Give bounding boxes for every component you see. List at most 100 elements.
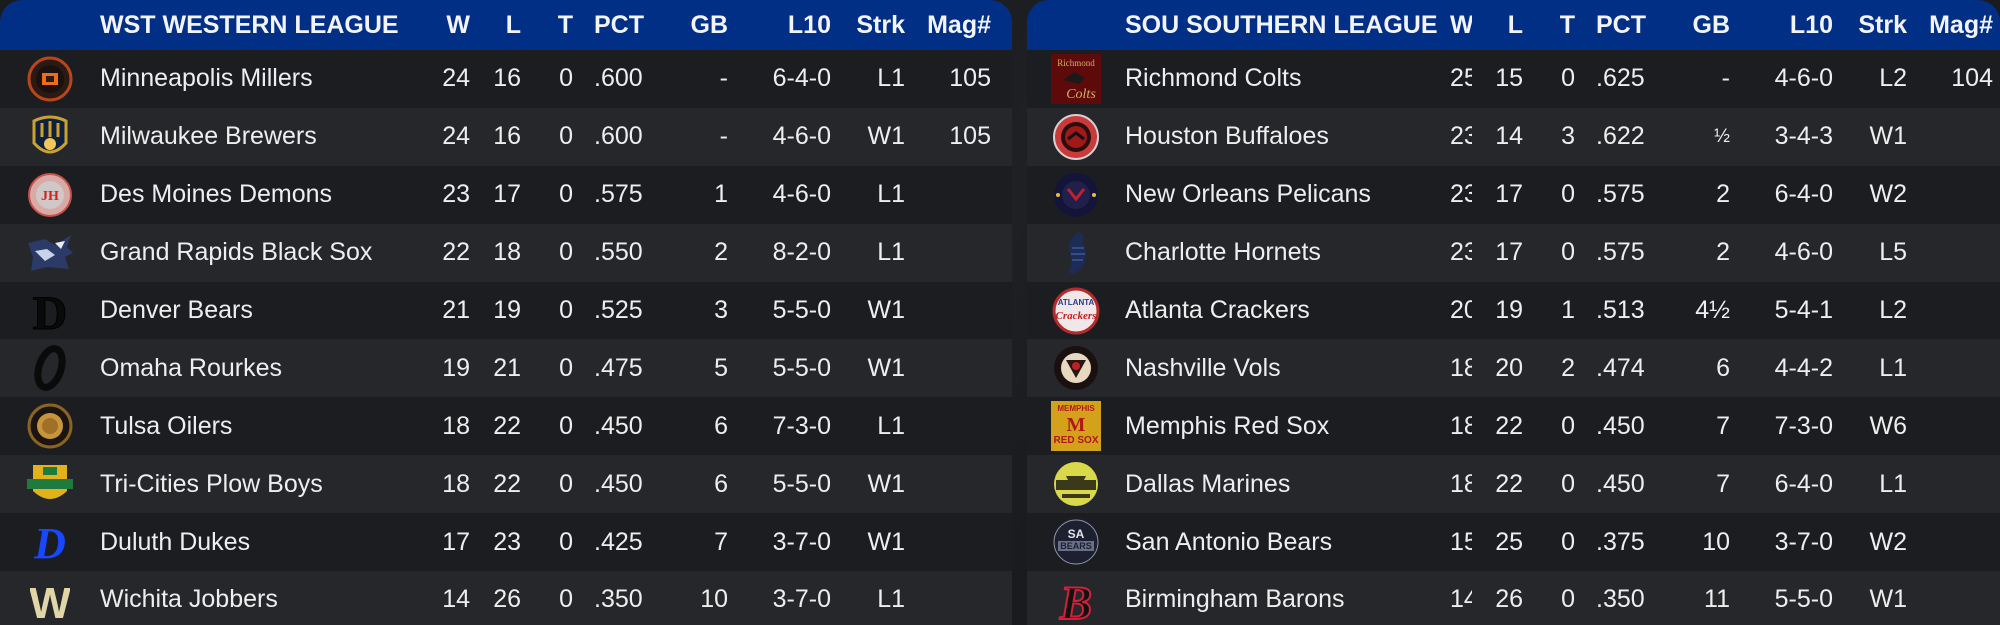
wichita-jobbers-logo-icon: W	[24, 574, 76, 625]
team-row[interactable]: Grand Rapids Black Sox 22 18 0 .550 2 8-…	[0, 223, 1012, 282]
tulsa-oilers-logo-icon	[24, 400, 76, 452]
ties: 0	[559, 180, 573, 209]
col-t-header[interactable]: T	[521, 11, 573, 40]
team-row[interactable]: D Duluth Dukes 17 23 0 .425 7 3-7-0 W1	[0, 513, 1012, 572]
team-row[interactable]: B Birmingham Barons 14 26 0 .350 11 5-5-…	[1027, 571, 2000, 625]
milwaukee-brewers-logo-icon	[24, 111, 76, 163]
col-t-header[interactable]: T	[1523, 11, 1575, 40]
team-name[interactable]: Houston Buffaloes	[1125, 122, 1450, 151]
col-gb-header[interactable]: GB	[1686, 11, 1731, 40]
ties: 0	[559, 64, 573, 93]
losses: 16	[493, 64, 521, 93]
team-name[interactable]: Des Moines Demons	[100, 180, 420, 209]
ties: 0	[1561, 527, 1575, 556]
ties: 1	[1561, 296, 1575, 324]
svg-text:RED SOX: RED SOX	[1053, 435, 1098, 446]
team-row[interactable]: JH Des Moines Demons 23 17 0 .575 1 4-6-…	[0, 165, 1012, 224]
pct: .550	[594, 238, 643, 267]
col-gb-header[interactable]: GB	[684, 11, 729, 40]
games-behind: 5	[714, 353, 728, 382]
col-mag-header[interactable]: Mag#	[905, 11, 991, 40]
last-10: 3-7-0	[1774, 527, 1833, 556]
wins: 18	[1450, 411, 1472, 440]
col-l-header[interactable]: L	[1472, 11, 1523, 40]
team-row[interactable]: Charlotte Hornets 23 17 0 .575 2 4-6-0 L…	[1027, 223, 2000, 282]
losses: 20	[1495, 353, 1523, 382]
ties: 0	[559, 585, 573, 614]
games-behind: 2	[1716, 180, 1730, 209]
streak: W1	[867, 296, 906, 324]
ties: 0	[559, 353, 573, 382]
team-row[interactable]: Tulsa Oilers 18 22 0 .450 6 7-3-0 L1	[0, 397, 1012, 456]
team-row[interactable]: Milwaukee Brewers 24 16 0 .600 - 4-6-0 W…	[0, 107, 1012, 166]
svg-text:W: W	[30, 579, 70, 624]
league-title[interactable]: WST WESTERN LEAGUE	[100, 11, 420, 40]
losses: 19	[493, 296, 521, 324]
ties: 0	[559, 527, 573, 556]
streak: W1	[867, 353, 906, 382]
losses: 14	[1495, 122, 1523, 151]
col-mag-header[interactable]: Mag#	[1907, 11, 1993, 40]
omaha-rourkes-logo-icon	[24, 342, 76, 394]
team-name[interactable]: Grand Rapids Black Sox	[100, 238, 420, 267]
team-name[interactable]: Richmond Colts	[1125, 64, 1450, 93]
col-pct-header[interactable]: PCT	[1575, 11, 1686, 40]
team-name[interactable]: Charlotte Hornets	[1125, 238, 1450, 267]
team-name[interactable]: San Antonio Bears	[1125, 528, 1450, 557]
col-strk-header[interactable]: Strk	[1833, 11, 1907, 40]
col-pct-header[interactable]: PCT	[573, 11, 684, 40]
last-10: 3-7-0	[772, 527, 831, 556]
pct: .513	[1596, 296, 1645, 324]
col-strk-header[interactable]: Strk	[831, 11, 905, 40]
team-name[interactable]: Denver Bears	[100, 296, 420, 325]
team-row[interactable]: Dallas Marines 18 22 0 .450 7 6-4-0 L1	[1027, 455, 2000, 514]
col-l10-header[interactable]: L10	[1730, 11, 1833, 40]
games-behind: -	[719, 122, 728, 151]
team-name[interactable]: Duluth Dukes	[100, 528, 420, 557]
team-row[interactable]: Minneapolis Millers 24 16 0 .600 - 6-4-0…	[0, 50, 1012, 108]
team-name[interactable]: Birmingham Barons	[1125, 585, 1450, 614]
team-row[interactable]: Tri-Cities Plow Boys 18 22 0 .450 6 5-5-…	[0, 455, 1012, 514]
team-row[interactable]: Richmond Colts Richmond Colts 25 15 0 .62…	[1027, 50, 2000, 108]
birmingham-barons-logo-icon: B	[1050, 574, 1102, 625]
losses: 15	[1495, 64, 1523, 93]
team-name[interactable]: Wichita Jobbers	[100, 585, 420, 614]
team-name[interactable]: Tulsa Oilers	[100, 412, 420, 441]
col-l-header[interactable]: L	[470, 11, 521, 40]
team-row[interactable]: Nashville Vols 18 20 2 .474 6 4-4-2 L1	[1027, 339, 2000, 398]
col-w-header[interactable]: W	[420, 11, 470, 40]
team-row[interactable]: SA BEARS San Antonio Bears 15 25 0 .375 1…	[1027, 513, 2000, 572]
wins: 23	[1450, 180, 1472, 209]
team-name[interactable]: New Orleans Pelicans	[1125, 180, 1450, 209]
svg-text:B: B	[1059, 577, 1092, 625]
team-name[interactable]: Omaha Rourkes	[100, 354, 420, 383]
team-row[interactable]: MEMPHIS M RED SOX Memphis Red Sox 18 22 0 …	[1027, 397, 2000, 456]
pct: .450	[594, 411, 643, 440]
team-name[interactable]: Milwaukee Brewers	[100, 122, 420, 151]
team-name[interactable]: Atlanta Crackers	[1125, 296, 1450, 325]
team-row[interactable]: D Denver Bears 21 19 0 .525 3 5-5-0 W1	[0, 281, 1012, 340]
team-name[interactable]: Memphis Red Sox	[1125, 412, 1450, 441]
wins: 23	[1450, 122, 1472, 151]
streak: L1	[877, 64, 905, 93]
col-w-header[interactable]: W	[1450, 11, 1472, 40]
team-row[interactable]: New Orleans Pelicans 23 17 0 .575 2 6-4-…	[1027, 165, 2000, 224]
duluth-dukes-logo-icon: D	[24, 516, 76, 568]
streak: L1	[1879, 353, 1907, 382]
league-title[interactable]: SOU SOUTHERN LEAGUE	[1125, 11, 1450, 40]
col-l10-header[interactable]: L10	[728, 11, 831, 40]
team-row[interactable]: W Wichita Jobbers 14 26 0 .350 10 3-7-0 …	[0, 571, 1012, 625]
last-10: 5-5-0	[1774, 585, 1833, 614]
team-row[interactable]: Omaha Rourkes 19 21 0 .475 5 5-5-0 W1	[0, 339, 1012, 398]
team-row[interactable]: Houston Buffaloes 23 14 3 .622 ½ 3-4-3 W…	[1027, 107, 2000, 166]
memphis-red-sox-logo-icon: MEMPHIS M RED SOX	[1050, 400, 1102, 452]
team-name[interactable]: Dallas Marines	[1125, 470, 1450, 499]
team-name[interactable]: Tri-Cities Plow Boys	[100, 470, 420, 499]
team-name[interactable]: Minneapolis Millers	[100, 64, 420, 93]
team-row[interactable]: ATLANTA Crackers Atlanta Crackers 20 19 1…	[1027, 281, 2000, 340]
team-name[interactable]: Nashville Vols	[1125, 354, 1450, 383]
wins: 14	[1450, 585, 1472, 614]
pct: .450	[1596, 411, 1645, 440]
svg-text:D: D	[33, 287, 68, 335]
svg-text:JH: JH	[41, 189, 59, 204]
